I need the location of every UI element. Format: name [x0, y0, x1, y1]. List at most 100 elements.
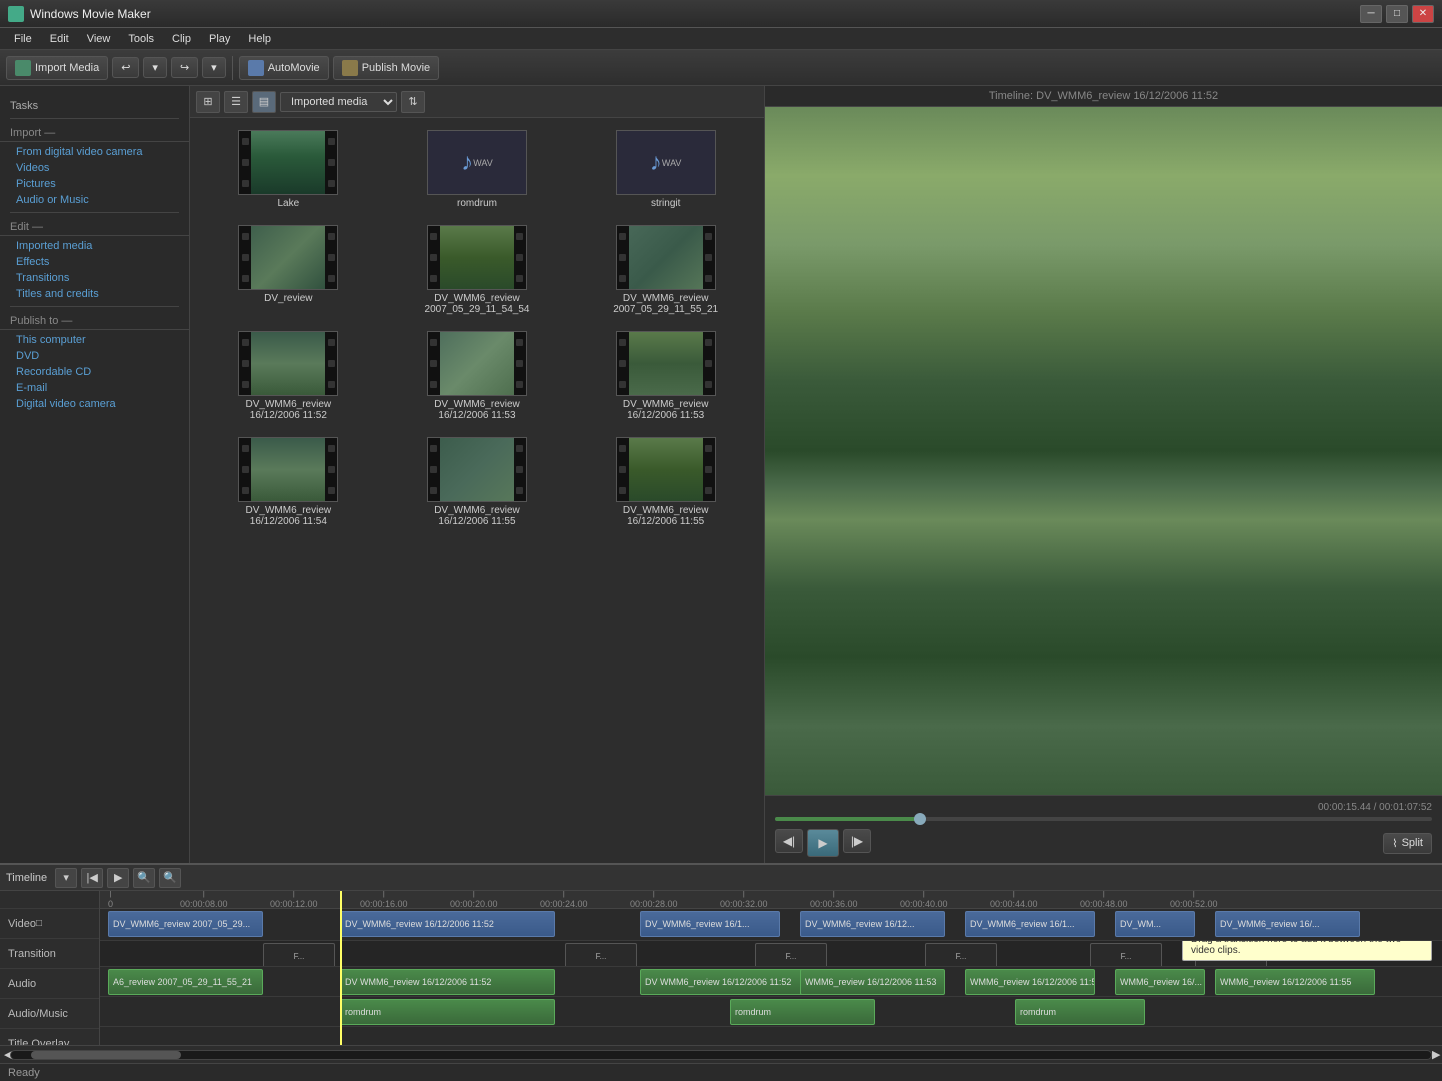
step-forward-button[interactable]: |▶: [843, 829, 871, 853]
toolbar: Import Media ↩ ▾ ↪ ▾ AutoMovie Publish M…: [0, 50, 1442, 86]
publish-digital-camera[interactable]: Digital video camera: [0, 396, 189, 412]
ruler-mark: 00:00:08.00: [180, 891, 228, 909]
sort-button[interactable]: ⇅: [401, 91, 425, 113]
view-grid-button[interactable]: ⊞: [196, 91, 220, 113]
media-item[interactable]: Lake: [198, 126, 379, 213]
audio-clip[interactable]: A6_review 2007_05_29_11_55_21: [108, 969, 263, 995]
transition-clip[interactable]: F...: [263, 943, 335, 967]
video-clip[interactable]: DV_WMM6_review 2007_05_29...: [108, 911, 263, 937]
automovie-label: AutoMovie: [268, 62, 320, 74]
media-item[interactable]: ♪WAV romdrum: [387, 126, 568, 213]
media-item[interactable]: ♪WAV stringit: [575, 126, 756, 213]
media-thumbnail: [616, 225, 716, 290]
video-clip[interactable]: DV_WMM6_review 16/12...: [800, 911, 945, 937]
transition-clip[interactable]: F...: [925, 943, 997, 967]
media-item[interactable]: DV_WMM6_review 16/12/2006 11:55: [387, 433, 568, 531]
tasks-title: Tasks: [0, 94, 189, 114]
import-audio[interactable]: Audio or Music: [0, 192, 189, 208]
play-button[interactable]: ▶: [807, 829, 839, 857]
media-item[interactable]: DV_WMM6_review 16/12/2006 11:54: [198, 433, 379, 531]
menu-help[interactable]: Help: [240, 31, 279, 47]
audio-clip[interactable]: DV WMM6_review 16/12/2006 11:52: [640, 969, 805, 995]
timeline-labels: Video □ Transition Audio Audio/Music Tit…: [0, 891, 100, 1045]
preview-progress-thumb[interactable]: [914, 813, 926, 825]
media-category-dropdown[interactable]: Imported media Effects Transitions Title…: [280, 92, 397, 112]
audio-clip[interactable]: WMM6_review 16/...: [1115, 969, 1205, 995]
scroll-right-btn[interactable]: ▶: [1432, 1048, 1438, 1061]
menu-edit[interactable]: Edit: [42, 31, 77, 47]
timeline-zoom-in[interactable]: 🔍: [133, 868, 155, 888]
media-item[interactable]: DV_WMM6_review 16/12/2006 11:52: [198, 327, 379, 425]
app-icon: [8, 6, 24, 22]
minimize-button[interactable]: ─: [1360, 5, 1382, 23]
media-item[interactable]: DV_review: [198, 221, 379, 319]
menu-tools[interactable]: Tools: [120, 31, 162, 47]
media-label: DV_WMM6_review 16/12/2006 11:54: [233, 505, 343, 527]
video-clip[interactable]: DV_WM...: [1115, 911, 1195, 937]
close-button[interactable]: ✕: [1412, 5, 1434, 23]
edit-imported-media[interactable]: Imported media: [0, 238, 189, 254]
redo-button[interactable]: ↪: [171, 57, 198, 78]
preview-progress-bar[interactable]: [775, 817, 1432, 821]
media-item[interactable]: DV_WMM6_review 16/12/2006 11:53: [387, 327, 568, 425]
redo-dropdown[interactable]: ▾: [202, 57, 226, 78]
video-clip[interactable]: DV_WMM6_review 16/1...: [640, 911, 780, 937]
media-thumbnail: ♪WAV: [616, 130, 716, 195]
import-videos[interactable]: Videos: [0, 160, 189, 176]
audio-clip[interactable]: WMM6_review 16/12/2006 11:53: [965, 969, 1095, 995]
audio-music-clip[interactable]: romdrum: [340, 999, 555, 1025]
video-clip[interactable]: DV_WMM6_review 16/1...: [965, 911, 1095, 937]
app-title: Windows Movie Maker: [30, 7, 151, 21]
menu-view[interactable]: View: [79, 31, 119, 47]
audio-music-clip[interactable]: romdrum: [1015, 999, 1145, 1025]
step-back-button[interactable]: ◀|: [775, 829, 803, 853]
publish-movie-button[interactable]: Publish Movie: [333, 56, 439, 80]
timeline-container: Timeline ▾ |◀ ▶ 🔍 🔍 Video □ Transition A…: [0, 863, 1442, 1063]
import-media-button[interactable]: Import Media: [6, 56, 108, 80]
menu-file[interactable]: File: [6, 31, 40, 47]
audio-clip[interactable]: WMM6_review 16/12/2006 11:53: [800, 969, 945, 995]
media-item[interactable]: DV_WMM6_review 2007_05_29_11_55_21: [575, 221, 756, 319]
audio-clip[interactable]: DV WMM6_review 16/12/2006 11:52: [340, 969, 555, 995]
status-text: Ready: [8, 1067, 40, 1079]
import-media-label: Import Media: [35, 62, 99, 74]
timeline-play[interactable]: ▶: [107, 868, 129, 888]
transition-clip[interactable]: F...: [1090, 943, 1162, 967]
media-label: romdrum: [457, 198, 497, 209]
undo-dropdown[interactable]: ▾: [143, 57, 167, 78]
timeline-ruler: 0 00:00:08.00 00:00:12.00 00:00:16.00 00…: [100, 891, 1442, 909]
timeline-playhead: [340, 891, 342, 1045]
media-item[interactable]: DV_WMM6_review 16/12/2006 11:55: [575, 433, 756, 531]
view-detail-button[interactable]: ☰: [224, 91, 248, 113]
view-icon-button[interactable]: ▤: [252, 91, 276, 113]
media-item[interactable]: DV_WMM6_review 16/12/2006 11:53: [575, 327, 756, 425]
timeline-rewind[interactable]: |◀: [81, 868, 103, 888]
transition-clip[interactable]: F...: [565, 943, 637, 967]
publish-dvd[interactable]: DVD: [0, 348, 189, 364]
video-clip[interactable]: DV_WMM6_review 16/12/2006 11:52: [340, 911, 555, 937]
edit-transitions[interactable]: Transitions: [0, 270, 189, 286]
publish-computer[interactable]: This computer: [0, 332, 189, 348]
edit-titles-credits[interactable]: Titles and credits: [0, 286, 189, 302]
undo-button[interactable]: ↩: [112, 57, 139, 78]
menu-play[interactable]: Play: [201, 31, 238, 47]
split-button[interactable]: ⌇ Split: [1383, 833, 1432, 854]
import-pictures[interactable]: Pictures: [0, 176, 189, 192]
publish-email[interactable]: E-mail: [0, 380, 189, 396]
timeline-zoom-out[interactable]: 🔍: [159, 868, 181, 888]
transition-clip[interactable]: F...: [755, 943, 827, 967]
import-digital-video[interactable]: From digital video camera: [0, 144, 189, 160]
video-clip[interactable]: DV_WMM6_review 16/...: [1215, 911, 1360, 937]
publish-cd[interactable]: Recordable CD: [0, 364, 189, 380]
scroll-track[interactable]: [10, 1050, 1432, 1060]
wav-icon: ♪: [461, 149, 473, 177]
audio-music-clip[interactable]: romdrum: [730, 999, 875, 1025]
edit-effects[interactable]: Effects: [0, 254, 189, 270]
scroll-thumb[interactable]: [31, 1051, 181, 1059]
media-item[interactable]: DV_WMM6_review 2007_05_29_11_54_54: [387, 221, 568, 319]
menu-clip[interactable]: Clip: [164, 31, 199, 47]
automovie-button[interactable]: AutoMovie: [239, 56, 329, 80]
audio-clip[interactable]: WMM6_review 16/12/2006 11:55: [1215, 969, 1375, 995]
maximize-button[interactable]: □: [1386, 5, 1408, 23]
timeline-dropdown[interactable]: ▾: [55, 868, 77, 888]
